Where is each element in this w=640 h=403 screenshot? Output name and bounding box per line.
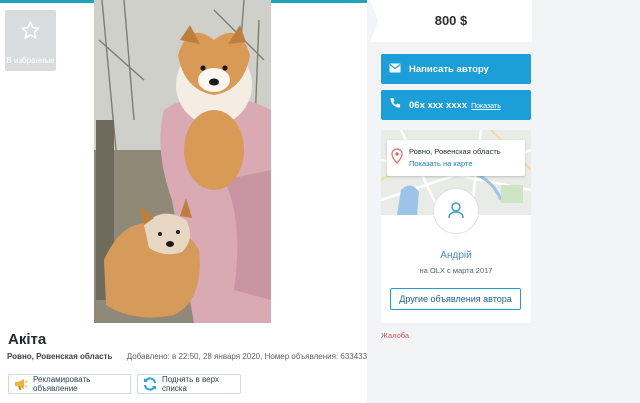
author-card: Ровно, Ровенская область Показать на кар… <box>381 130 531 323</box>
listing-meta: Ровно, Ровенская область Добавлено: в 22… <box>7 352 380 361</box>
star-icon <box>20 20 41 46</box>
show-on-map-link[interactable]: Показать на карте <box>409 159 473 168</box>
refresh-icon <box>142 376 158 392</box>
megaphone-icon <box>13 376 29 392</box>
avatar[interactable] <box>433 188 479 234</box>
listing-location[interactable]: Ровно, Ровенская область <box>7 352 112 361</box>
phone-number: 06x xxx xxxx <box>409 99 468 111</box>
listing-added-info: Добавлено: в 22:50, 28 января 2020, Номе… <box>126 352 381 361</box>
show-phone-link[interactable]: Показать <box>471 103 501 110</box>
raise-label: Поднять в верх списка <box>162 375 219 393</box>
price-tag: 800 $ <box>370 0 532 42</box>
favorite-label: В избранные <box>6 56 55 65</box>
phone-icon <box>389 96 401 114</box>
listing-title: Акіта <box>8 331 47 348</box>
map-city: Ровно, Ровенская область <box>409 147 501 156</box>
sidebar: 800 $ Написать автору 06x xxx xxxx Показ… <box>367 0 640 403</box>
message-author-button[interactable]: Написать автору <box>381 54 531 84</box>
listing-photo[interactable] <box>94 0 271 323</box>
author-name[interactable]: Андрій <box>381 250 531 261</box>
other-ads-button[interactable]: Другие объявления автора <box>390 288 521 310</box>
complaint-link[interactable]: Жалоба <box>381 331 409 340</box>
author-since: на OLX с марта 2017 <box>419 266 493 275</box>
phone-button[interactable]: 06x xxx xxxx Показать <box>381 90 531 120</box>
promote-button[interactable]: Рекламировать объявление <box>8 374 131 394</box>
raise-button[interactable]: Поднять в верх списка <box>137 374 241 394</box>
promote-label: Рекламировать объявление <box>33 375 91 393</box>
envelope-icon <box>389 60 401 78</box>
map-pin-icon <box>391 148 403 169</box>
listing-content: В избранные Акіта Ровно, Ровенская облас… <box>0 0 380 403</box>
favorite-button[interactable]: В избранные <box>5 10 56 71</box>
map-location-card: Ровно, Ровенская область Показать на кар… <box>387 140 525 176</box>
message-author-label: Написать автору <box>409 63 489 75</box>
